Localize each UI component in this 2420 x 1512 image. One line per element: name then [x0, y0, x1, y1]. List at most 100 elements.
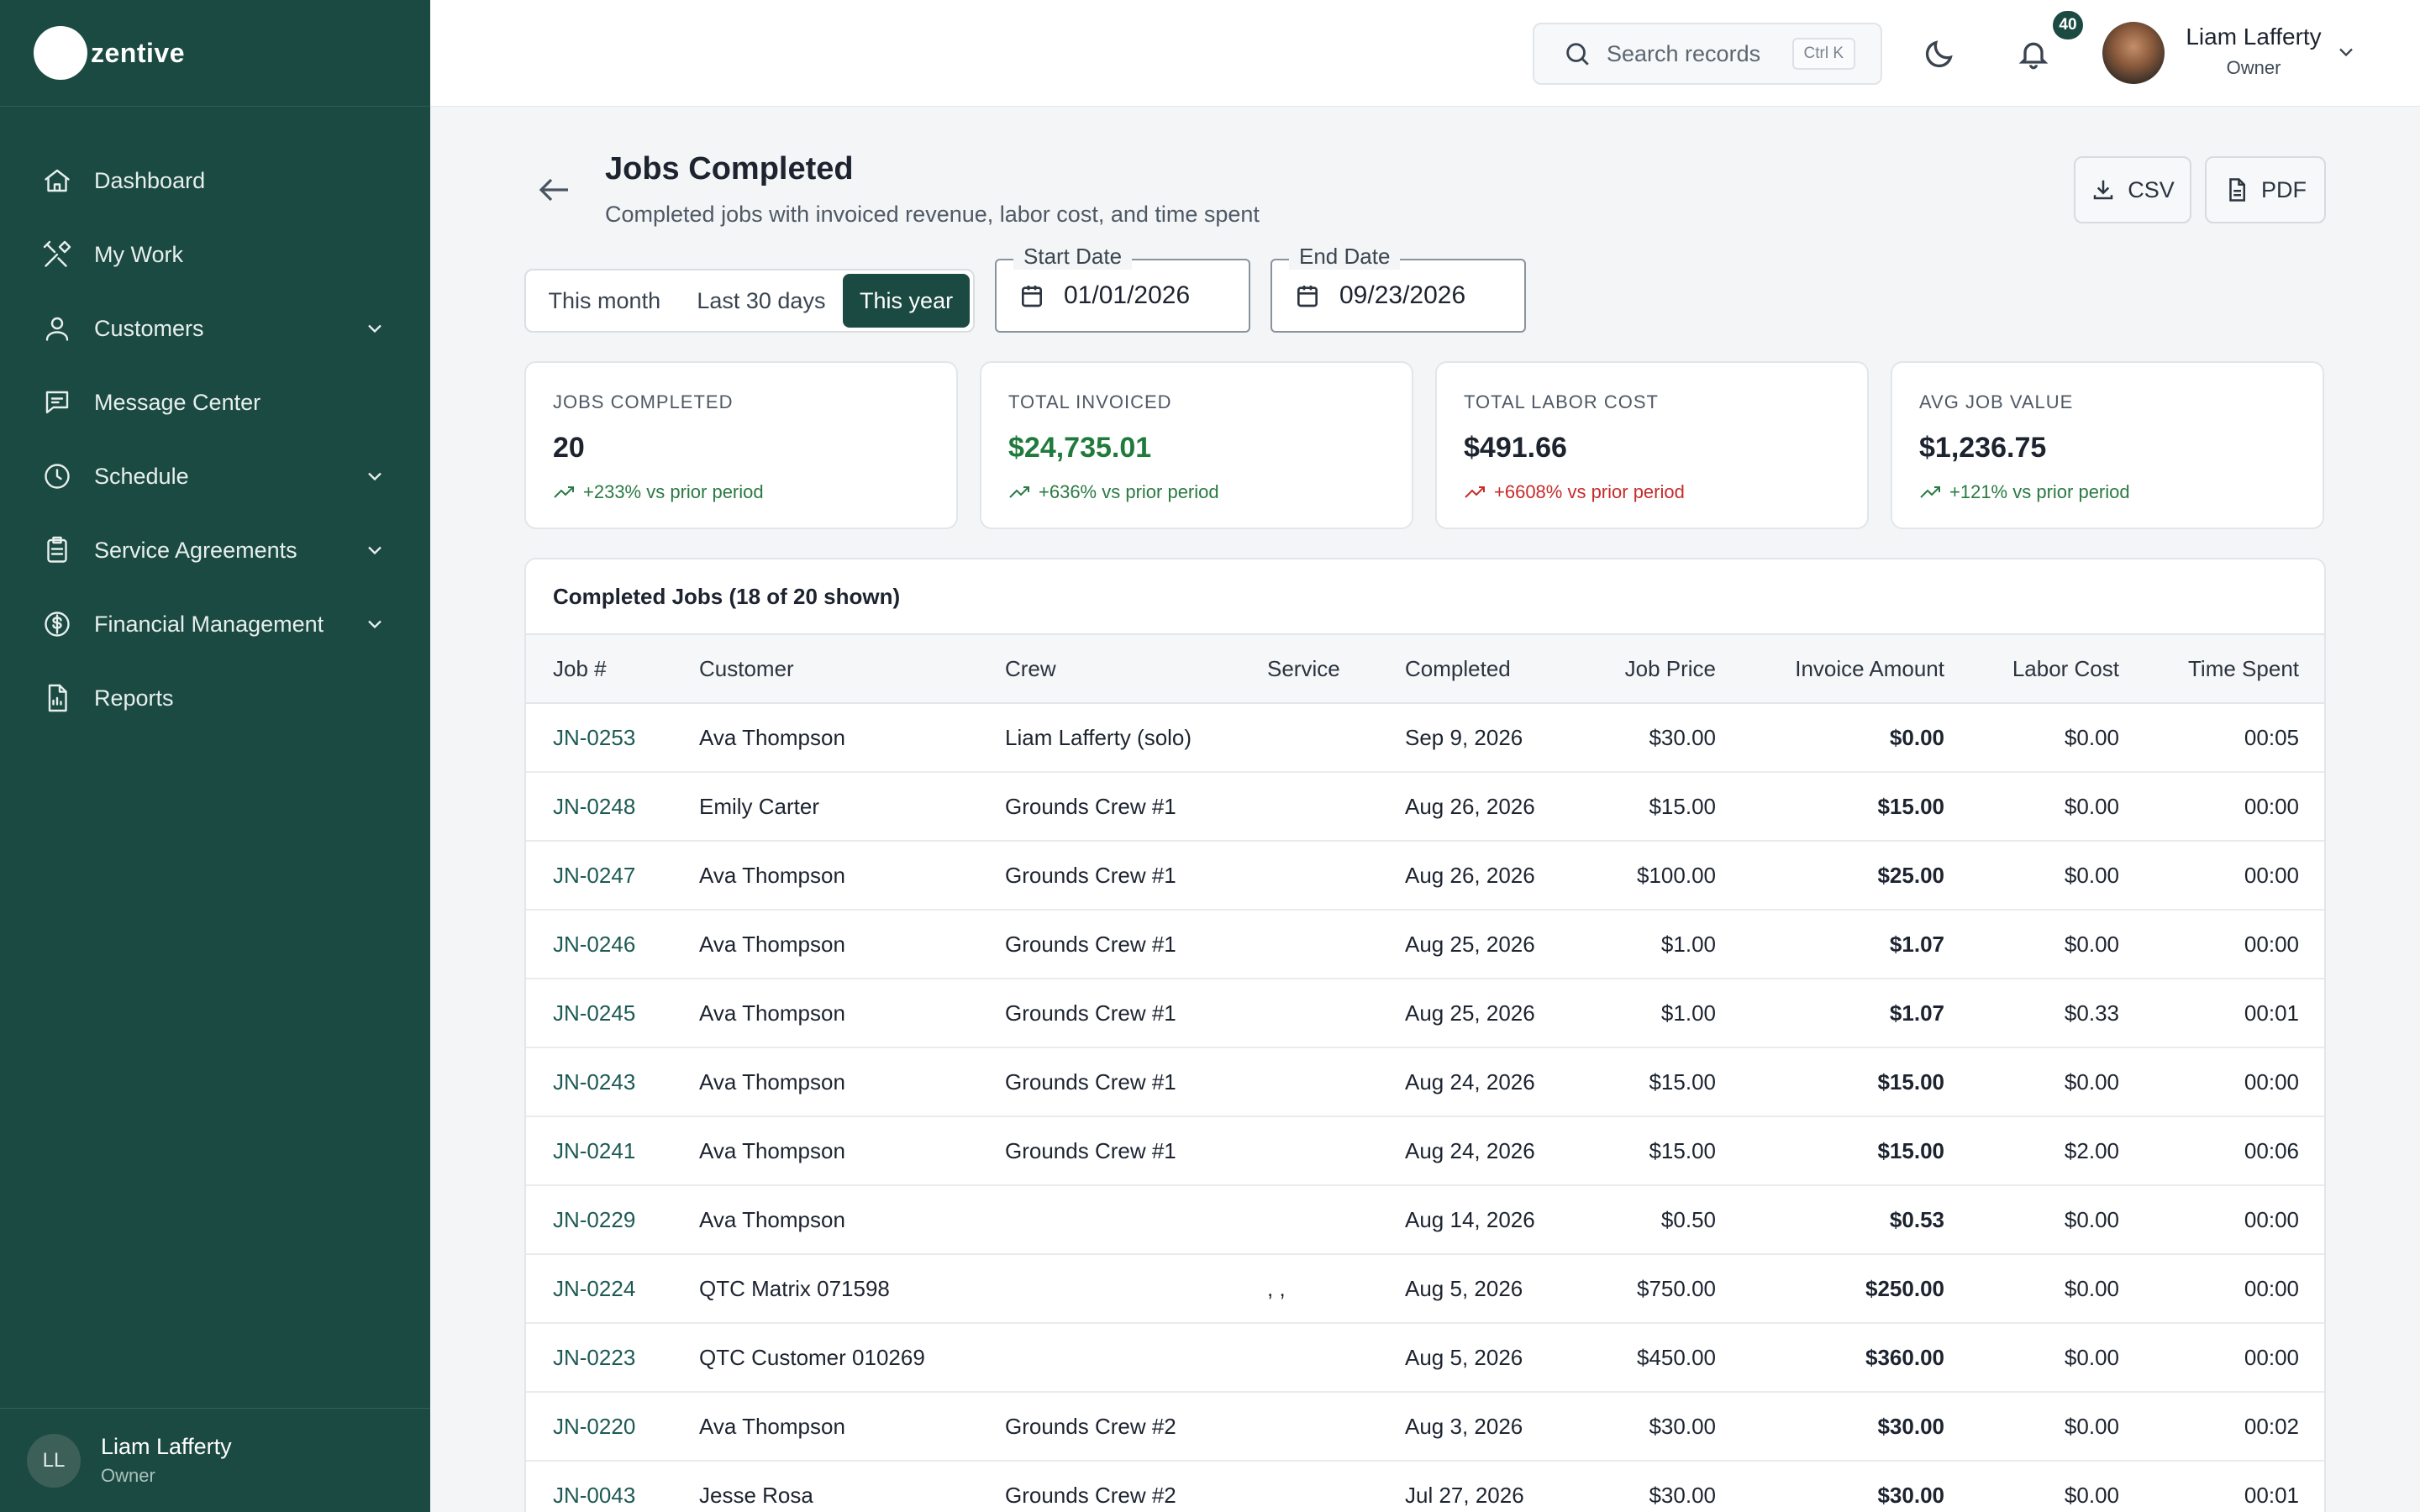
sidebar-item-schedule[interactable]: Schedule — [0, 439, 430, 513]
job-number-cell[interactable]: JN-0248 — [553, 773, 635, 840]
logo-text: zentive — [91, 37, 185, 68]
column-header[interactable]: Customer — [699, 635, 794, 702]
sidebar-item-service-agreements[interactable]: Service Agreements — [0, 513, 430, 587]
search-shortcut: Ctrl K — [1791, 38, 1855, 70]
stat-label: TOTAL INVOICED — [1008, 391, 1172, 412]
sidebar-item-label: Schedule — [94, 463, 189, 489]
start-date-field[interactable]: Start Date 01/01/2026 — [995, 244, 1250, 333]
sidebar-user[interactable]: LL Liam Lafferty Owner — [0, 1408, 430, 1512]
customer-cell: Ava Thompson — [699, 1068, 845, 1095]
avatar[interactable] — [2102, 22, 2165, 84]
chevron-down-icon[interactable] — [2334, 40, 2358, 64]
column-header[interactable]: Time Spent — [2188, 635, 2299, 702]
pdf-label: PDF — [2261, 176, 2307, 202]
invoice-amount-cell: $30.00 — [1877, 1413, 1944, 1439]
table-row[interactable]: JN-0243 Ava Thompson Grounds Crew #1 Aug 24… — [526, 1048, 2324, 1117]
bell-icon[interactable] — [2017, 35, 2050, 72]
sidebar-item-message-center[interactable]: Message Center — [0, 365, 430, 439]
column-header[interactable]: Job # — [553, 635, 607, 702]
sidebar-item-dashboard[interactable]: Dashboard — [0, 144, 430, 218]
user-menu[interactable]: Liam Lafferty Owner — [2183, 24, 2324, 79]
job-price-cell: $1.00 — [1660, 931, 1716, 957]
table-row[interactable]: JN-0248 Emily Carter Grounds Crew #1 Aug 26… — [526, 773, 2324, 842]
table-row[interactable]: JN-0246 Ava Thompson Grounds Crew #1 Aug 25… — [526, 911, 2324, 979]
table-row[interactable]: JN-0223 QTC Customer 010269 Aug 5, 2026 $45… — [526, 1324, 2324, 1393]
job-price-cell: $1.00 — [1660, 1000, 1716, 1026]
home-icon — [40, 164, 74, 197]
labor-cost-cell: $0.00 — [2064, 862, 2119, 888]
job-number-cell[interactable]: JN-0229 — [553, 1186, 635, 1253]
job-number-cell[interactable]: JN-0243 — [553, 1048, 635, 1116]
time-spent-cell: 00:01 — [2244, 1000, 2299, 1026]
labor-cost-cell: $0.00 — [2064, 1344, 2119, 1370]
stat-trend: +121% vs prior period — [1919, 481, 2296, 503]
column-header[interactable]: Crew — [1005, 635, 1056, 702]
sidebar-item-reports[interactable]: Reports — [0, 661, 430, 735]
crew-cell: Grounds Crew #1 — [1005, 793, 1176, 819]
stat-trend-text: +121% vs prior period — [1949, 481, 2130, 502]
job-number-cell[interactable]: JN-0241 — [553, 1117, 635, 1184]
back-arrow-icon[interactable] — [534, 170, 575, 210]
job-number-cell[interactable]: JN-0223 — [553, 1324, 635, 1391]
moon-icon[interactable] — [1923, 37, 1956, 71]
job-number-cell[interactable]: JN-0253 — [553, 704, 635, 771]
chevron-down-icon — [368, 620, 381, 629]
csv-label: CSV — [2128, 176, 2175, 202]
column-header[interactable]: Job Price — [1625, 635, 1716, 702]
stat-trend-text: +636% vs prior period — [1039, 481, 1219, 502]
time-spent-cell: 00:00 — [2244, 1344, 2299, 1370]
time-spent-cell: 00:00 — [2244, 931, 2299, 957]
customer-cell: Jesse Rosa — [699, 1482, 813, 1508]
sidebar-item-my-work[interactable]: My Work — [0, 218, 430, 291]
time-spent-cell: 00:01 — [2244, 1482, 2299, 1508]
search-input[interactable]: Search records Ctrl K — [1533, 23, 1882, 85]
sidebar-item-customers[interactable]: Customers — [0, 291, 430, 365]
column-header[interactable]: Labor Cost — [2012, 635, 2119, 702]
job-price-cell: $15.00 — [1649, 793, 1716, 819]
range-this-month-button[interactable]: This month — [529, 274, 680, 328]
job-number-cell[interactable]: JN-0043 — [553, 1462, 635, 1512]
labor-cost-cell: $0.33 — [2064, 1000, 2119, 1026]
column-header[interactable]: Invoice Amount — [1795, 635, 1944, 702]
crew-cell: Grounds Crew #2 — [1005, 1482, 1176, 1508]
job-number-cell[interactable]: JN-0220 — [553, 1393, 635, 1460]
range-last-30-days-button[interactable]: Last 30 days — [680, 274, 844, 328]
avatar: LL — [27, 1433, 81, 1488]
table-row[interactable]: JN-0224 QTC Matrix 071598 , , Aug 5, 2026 $7… — [526, 1255, 2324, 1324]
crew-cell: Grounds Crew #1 — [1005, 1068, 1176, 1095]
table-row[interactable]: JN-0220 Ava Thompson Grounds Crew #2 Aug 3,… — [526, 1393, 2324, 1462]
table-row[interactable]: JN-0253 Ava Thompson Liam Lafferty (solo) S… — [526, 704, 2324, 773]
job-number-cell[interactable]: JN-0247 — [553, 842, 635, 909]
table-row[interactable]: JN-0247 Ava Thompson Grounds Crew #1 Aug 26… — [526, 842, 2324, 911]
job-price-cell: $750.00 — [1637, 1275, 1716, 1301]
file-icon — [2229, 178, 2245, 202]
sidebar-item-financial-management[interactable]: Financial Management — [0, 587, 430, 661]
job-number-cell[interactable]: JN-0224 — [553, 1255, 635, 1322]
job-price-cell: $15.00 — [1649, 1137, 1716, 1163]
invoice-amount-cell: $250.00 — [1865, 1275, 1944, 1301]
sidebar-user-name: Liam Lafferty — [101, 1434, 232, 1459]
customer-cell: Ava Thompson — [699, 862, 845, 888]
export-pdf-button[interactable]: PDF — [2205, 156, 2326, 223]
table-row[interactable]: JN-0043 Jesse Rosa Grounds Crew #2 Jul 27, … — [526, 1462, 2324, 1512]
crew-cell: Grounds Crew #2 — [1005, 1413, 1176, 1439]
table-row[interactable]: JN-0245 Ava Thompson Grounds Crew #1 Aug 25… — [526, 979, 2324, 1048]
logo[interactable]: zentive — [0, 0, 430, 107]
dollar-icon — [40, 607, 74, 641]
customer-cell: Ava Thompson — [699, 1137, 845, 1163]
job-number-cell[interactable]: JN-0245 — [553, 979, 635, 1047]
sidebar-item-label: Financial Management — [94, 611, 324, 637]
export-csv-button[interactable]: CSV — [2074, 156, 2191, 223]
search-icon — [1566, 43, 1589, 66]
stat-value: 20 — [553, 432, 585, 464]
column-header[interactable]: Completed — [1405, 635, 1511, 702]
range-this-year-button[interactable]: This year — [843, 274, 970, 328]
job-number-cell[interactable]: JN-0246 — [553, 911, 635, 978]
end-date-field[interactable]: End Date 09/23/2026 — [1270, 244, 1526, 333]
completed-date-cell: Aug 26, 2026 — [1405, 793, 1535, 819]
table-row[interactable]: JN-0229 Ava Thompson Aug 14, 2026 $0.50 $0.5… — [526, 1186, 2324, 1255]
user-name: Liam Lafferty — [2186, 24, 2322, 50]
stat-card-total-invoiced: TOTAL INVOICED $24,735.01 +636% vs prior… — [980, 361, 1413, 529]
column-header[interactable]: Service — [1267, 635, 1340, 702]
table-row[interactable]: JN-0241 Ava Thompson Grounds Crew #1 Aug 24… — [526, 1117, 2324, 1186]
